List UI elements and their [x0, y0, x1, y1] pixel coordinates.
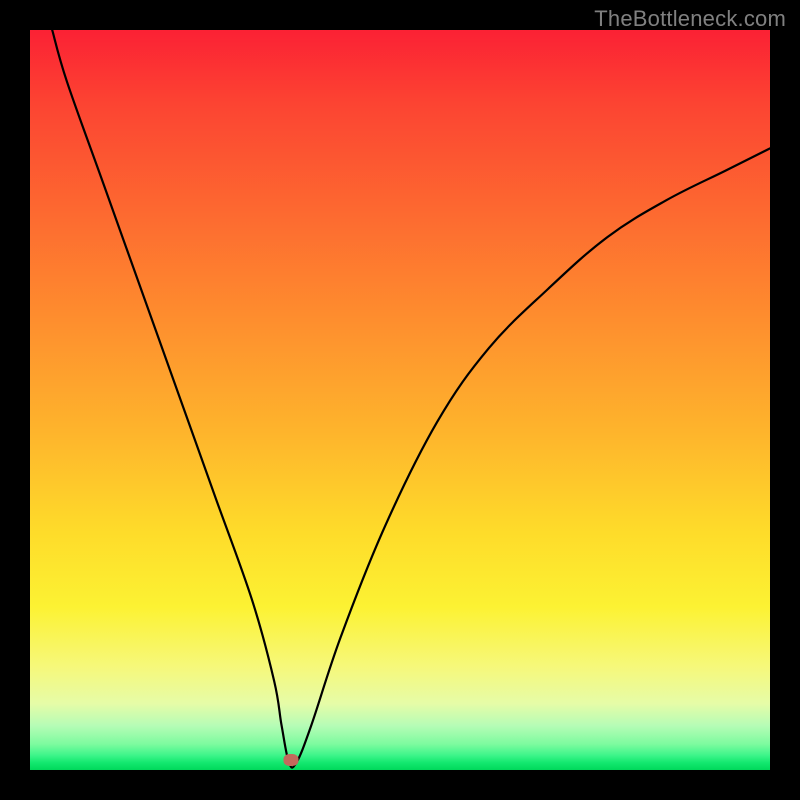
bottleneck-curve: [30, 30, 770, 770]
minimum-marker: [284, 754, 299, 766]
chart-frame: TheBottleneck.com: [0, 0, 800, 800]
attribution-text: TheBottleneck.com: [594, 6, 786, 32]
curve-path: [52, 30, 770, 768]
plot-area: [30, 30, 770, 770]
